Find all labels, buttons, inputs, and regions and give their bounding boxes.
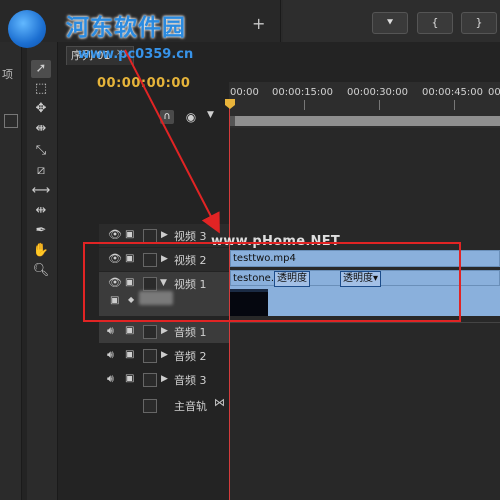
marker-icon[interactable]: ◉	[184, 110, 198, 124]
track-name: 音频 2	[174, 350, 207, 363]
add-icon[interactable]: +	[252, 16, 265, 32]
snap-icon[interactable]: ∩	[160, 110, 174, 124]
ruler-tick	[304, 100, 305, 110]
track-name: 主音轨	[174, 400, 207, 413]
project-panel-label: 项	[2, 68, 13, 81]
watermark-logo	[8, 10, 46, 48]
keyframe-dropdown-icon[interactable]: ▼	[207, 110, 214, 120]
ruler-label: 00	[488, 87, 500, 98]
track-lock-icon[interactable]	[143, 399, 157, 413]
hand-tool-icon[interactable]: ✋	[31, 242, 51, 260]
film-icon: ▣	[125, 349, 135, 360]
project-panel-checkbox[interactable]	[4, 114, 18, 128]
bowtie-icon[interactable]: ⋈	[214, 396, 225, 409]
speaker-icon[interactable]: 🔊︎	[107, 372, 114, 386]
disclosure-triangle-icon[interactable]: ▶	[161, 350, 168, 360]
speaker-icon[interactable]: 🔊︎	[107, 348, 114, 362]
project-panel	[0, 42, 22, 500]
eye-icon[interactable]: 👁︎	[108, 228, 122, 241]
disclosure-triangle-icon[interactable]: ▶	[161, 374, 168, 384]
razor-tool-icon[interactable]: ⧄	[31, 162, 51, 180]
track-name: 音频 3	[174, 374, 207, 387]
ruler-label: 00:00:30:00	[347, 87, 409, 98]
film-icon: ▣	[125, 373, 135, 384]
film-icon: ▣	[125, 229, 135, 240]
zoom-tool-icon[interactable]: 🔍︎	[31, 262, 51, 280]
track-lock-icon[interactable]	[143, 373, 157, 387]
track-lock-icon[interactable]	[143, 325, 157, 339]
ruler-tick	[454, 100, 455, 110]
disclosure-triangle-icon[interactable]: ▶	[161, 230, 168, 240]
highlight-box	[83, 242, 461, 322]
slip-tool-icon[interactable]: ⟷	[31, 182, 51, 200]
ripple-edit-tool-icon[interactable]: ✥	[31, 100, 51, 118]
track-lock-icon[interactable]	[143, 229, 157, 243]
disclosure-triangle-icon[interactable]: ▶	[161, 326, 168, 336]
slide-tool-icon[interactable]: ⇹	[31, 202, 51, 220]
ruler-label: 00:00	[230, 87, 259, 98]
track-name: 音频 1	[174, 326, 207, 339]
track-header-master[interactable]	[99, 394, 229, 417]
track-lock-icon[interactable]	[143, 349, 157, 363]
watermark-url: www.pc0359.cn	[78, 47, 194, 62]
ruler-label: 00:00:15:00	[272, 87, 334, 98]
add-marker-button[interactable]: ⯆	[372, 12, 408, 34]
mark-in-button[interactable]: {	[417, 12, 453, 34]
pen-tool-icon[interactable]: ✒	[31, 222, 51, 240]
ruler-tick	[379, 100, 380, 110]
watermark-title: 河东软件园	[66, 15, 186, 41]
track-select-tool-icon[interactable]: ⬚	[31, 80, 51, 98]
rate-stretch-tool-icon[interactable]: ⤡	[31, 142, 51, 160]
ruler-label: 00:00:45:00	[422, 87, 484, 98]
mark-out-button[interactable]: }	[461, 12, 497, 34]
rolling-edit-tool-icon[interactable]: ⇼	[31, 120, 51, 138]
work-area-bar[interactable]	[229, 116, 500, 126]
film-icon: ▣	[125, 325, 135, 336]
video-audio-divider	[229, 322, 500, 323]
selection-tool-icon[interactable]: ➚	[31, 60, 51, 78]
speaker-icon[interactable]: 🔊︎	[107, 324, 114, 338]
playhead-timecode[interactable]: 00:00:00:00	[97, 76, 190, 91]
